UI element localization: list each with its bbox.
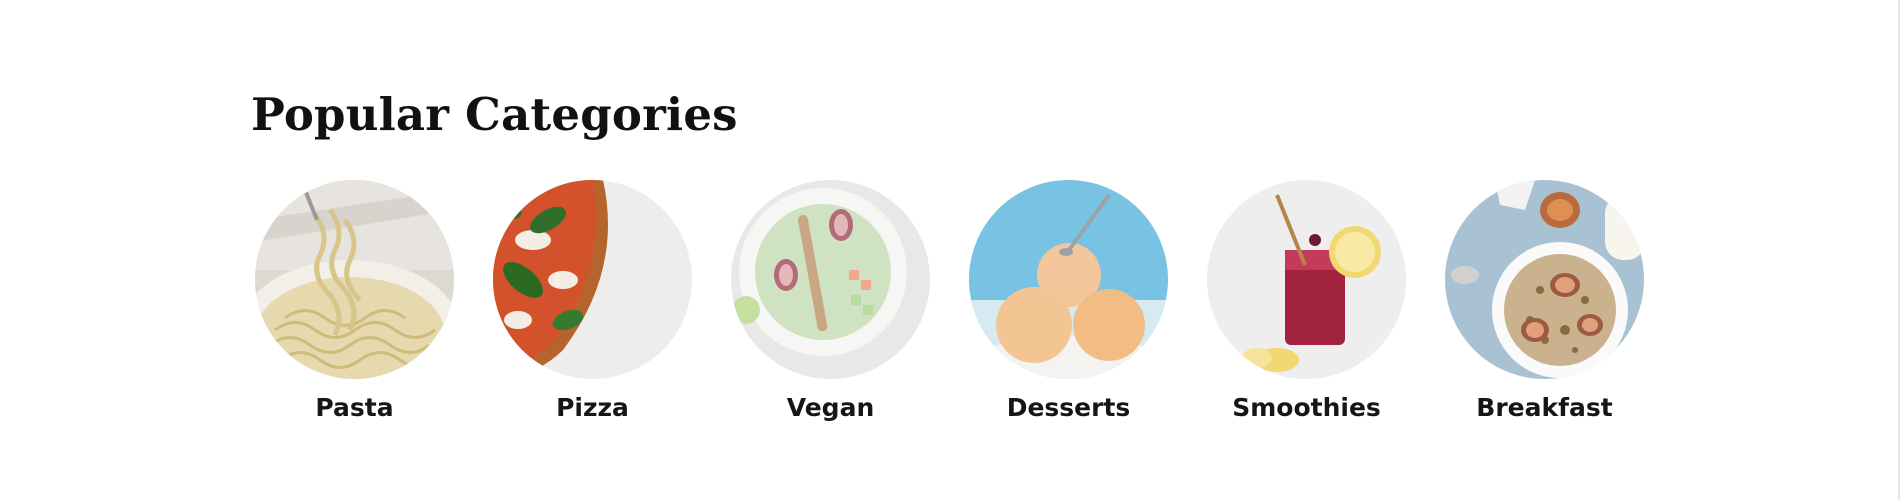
category-item-desserts[interactable]: Desserts — [969, 180, 1168, 423]
ice-cream-image[interactable] — [969, 180, 1168, 379]
smoothie-jar-image[interactable] — [1207, 180, 1406, 379]
pizza-image[interactable] — [493, 180, 692, 379]
granola-bowl-image[interactable] — [1445, 180, 1644, 379]
category-label[interactable]: Breakfast — [1476, 393, 1612, 423]
category-label[interactable]: Pizza — [556, 393, 629, 423]
section-title: Popular Categories — [251, 88, 738, 141]
category-label[interactable]: Pasta — [315, 393, 393, 423]
category-item-pasta[interactable]: Pasta — [255, 180, 454, 423]
category-list: Pasta Pizza Vegan Desserts Smoothies Bre… — [255, 180, 1644, 423]
vegan-bowl-image[interactable] — [731, 180, 930, 379]
category-item-pizza[interactable]: Pizza — [493, 180, 692, 423]
category-item-vegan[interactable]: Vegan — [731, 180, 930, 423]
category-label[interactable]: Vegan — [787, 393, 875, 423]
category-item-smoothies[interactable]: Smoothies — [1207, 180, 1406, 423]
category-label[interactable]: Desserts — [1007, 393, 1131, 423]
category-label[interactable]: Smoothies — [1232, 393, 1381, 423]
category-item-breakfast[interactable]: Breakfast — [1445, 180, 1644, 423]
pasta-image[interactable] — [255, 180, 454, 379]
page: Popular Categories Pasta Pizza Vegan Des… — [0, 0, 1900, 500]
